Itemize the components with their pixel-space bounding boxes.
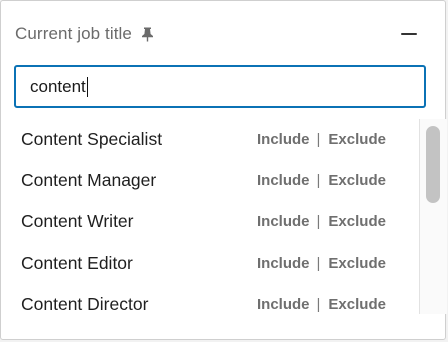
include-link[interactable]: Include: [257, 255, 310, 272]
list-item-actions: Include | Exclude: [257, 255, 386, 272]
collapse-button[interactable]: [398, 23, 420, 45]
list-item: Content Writer Include | Exclude: [2, 201, 419, 242]
action-separator: |: [316, 296, 321, 313]
search-input[interactable]: content: [14, 65, 426, 108]
exclude-link[interactable]: Exclude: [328, 255, 386, 272]
list-item-actions: Include | Exclude: [257, 296, 386, 313]
list-item: Content Editor Include | Exclude: [2, 243, 419, 284]
exclude-link[interactable]: Exclude: [328, 172, 386, 189]
panel-title: Current job title: [15, 24, 132, 43]
exclude-link[interactable]: Exclude: [328, 131, 386, 148]
list-item: Content Director Include | Exclude: [2, 284, 419, 314]
action-separator: |: [316, 172, 321, 189]
action-separator: |: [316, 131, 321, 148]
list-item: Content Manager Include | Exclude: [2, 160, 419, 201]
list-item-actions: Include | Exclude: [257, 172, 386, 189]
exclude-link[interactable]: Exclude: [328, 213, 386, 230]
list-item-label: Content Manager: [21, 170, 157, 190]
results-list: Content Specialist Include | Exclude Con…: [2, 119, 420, 314]
scrollbar-thumb[interactable]: [426, 126, 440, 203]
action-separator: |: [316, 213, 321, 230]
include-link[interactable]: Include: [257, 213, 310, 230]
list-item-label: Content Specialist: [21, 129, 163, 149]
exclude-link[interactable]: Exclude: [328, 296, 386, 313]
list-item-actions: Include | Exclude: [257, 213, 386, 230]
filter-panel: Current job title content Content Specia…: [0, 0, 447, 340]
pin-icon[interactable]: [141, 26, 155, 42]
panel-header: Current job title: [15, 21, 155, 47]
scrollbar[interactable]: [420, 119, 447, 314]
action-separator: |: [316, 255, 321, 272]
include-link[interactable]: Include: [257, 172, 310, 189]
minus-icon: [401, 33, 417, 35]
list-item-actions: Include | Exclude: [257, 131, 386, 148]
list-item-label: Content Writer: [21, 211, 134, 231]
search-input-value: content: [30, 76, 86, 96]
text-cursor: [86, 76, 89, 97]
list-item-label: Content Editor: [21, 253, 133, 273]
include-link[interactable]: Include: [257, 131, 310, 148]
include-link[interactable]: Include: [257, 296, 310, 313]
list-item-label: Content Director: [21, 294, 149, 314]
list-item: Content Specialist Include | Exclude: [2, 119, 419, 160]
